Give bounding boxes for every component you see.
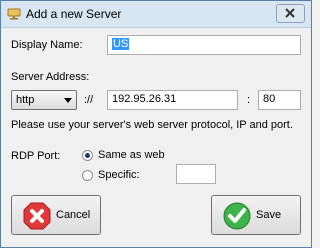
server-ip-value: 192.95.26.31 [112, 93, 177, 105]
rdp-same-as-web-radio[interactable] [82, 150, 93, 161]
address-hint: Please use your server's web server prot… [11, 119, 293, 131]
add-server-dialog: Add a new Server Display Name: US Server… [0, 0, 312, 248]
checkmark-icon [223, 202, 251, 230]
rdp-specific-label[interactable]: Specific: [98, 169, 140, 181]
port-separator: : [247, 94, 251, 106]
server-app-icon [7, 8, 21, 20]
protocol-select[interactable]: http [11, 90, 77, 110]
server-ip-input[interactable]: 192.95.26.31 [107, 90, 238, 110]
window-title: Add a new Server [26, 7, 122, 21]
rdp-specific-port-input[interactable] [176, 164, 216, 184]
protocol-value: http [16, 94, 35, 106]
save-label: Save [256, 209, 282, 221]
cancel-icon [23, 202, 51, 230]
protocol-separator: :// [84, 94, 94, 106]
rdp-same-as-web-label[interactable]: Same as web [98, 149, 165, 161]
rdp-specific-radio[interactable] [82, 170, 93, 181]
close-button[interactable] [276, 4, 305, 23]
port-value: 80 [263, 93, 276, 105]
rdp-port-label: RDP Port: [11, 150, 61, 162]
chevron-down-icon [64, 98, 72, 103]
server-address-label: Server Address: [11, 71, 90, 83]
cancel-button[interactable]: Cancel [11, 195, 101, 235]
display-name-input[interactable]: US [107, 35, 301, 55]
cancel-label: Cancel [56, 209, 91, 221]
close-icon [285, 8, 295, 18]
port-input[interactable]: 80 [258, 90, 301, 110]
title-bar: Add a new Server [1, 1, 311, 28]
display-name-value: US [112, 38, 130, 50]
display-name-label: Display Name: [11, 39, 83, 51]
save-button[interactable]: Save [211, 195, 301, 235]
